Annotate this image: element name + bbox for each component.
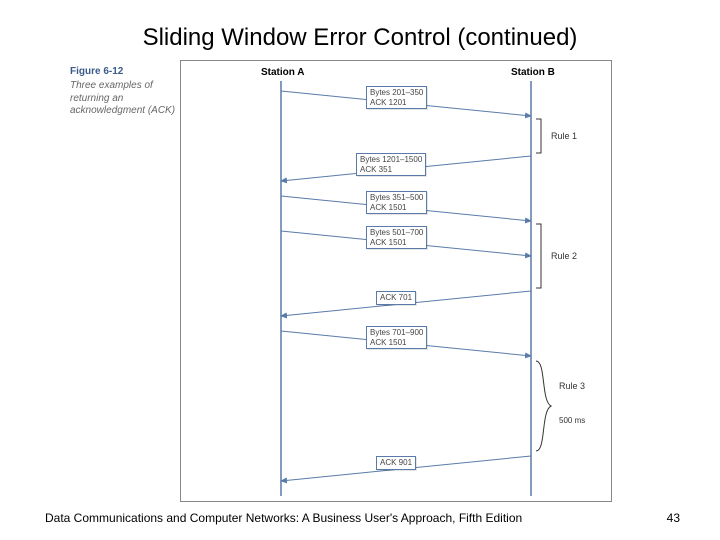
msg-1-bytes: Bytes 201–350 <box>370 88 423 98</box>
msg-4: Bytes 501–700 ACK 1501 <box>366 226 427 249</box>
slide-footer: Data Communications and Computer Network… <box>45 511 522 525</box>
rule-3-label: Rule 3 <box>559 381 585 391</box>
msg-7: ACK 901 <box>376 456 416 470</box>
figure-caption: Three examples of returning an acknowled… <box>70 80 180 118</box>
figure-label: Figure 6-12 <box>70 66 123 77</box>
msg-4-bytes: Bytes 501–700 <box>370 228 423 238</box>
msg-2-ack: ACK 351 <box>360 165 422 175</box>
msg-6-ack: ACK 1501 <box>370 338 423 348</box>
msg-5-ack: ACK 701 <box>380 293 412 303</box>
msg-6: Bytes 701–900 ACK 1501 <box>366 326 427 349</box>
msg-3-ack: ACK 1501 <box>370 203 423 213</box>
msg-3: Bytes 351–500 ACK 1501 <box>366 191 427 214</box>
msg-5: ACK 701 <box>376 291 416 305</box>
timeout-label: 500 ms <box>559 416 585 425</box>
msg-6-bytes: Bytes 701–900 <box>370 328 423 338</box>
msg-7-ack: ACK 901 <box>380 458 412 468</box>
rule-2-label: Rule 2 <box>551 251 577 261</box>
slide-title: Sliding Window Error Control (continued) <box>0 24 720 52</box>
msg-1: Bytes 201–350 ACK 1201 <box>366 86 427 109</box>
sequence-diagram: Station A Station B Bytes <box>180 60 612 502</box>
rule-1-label: Rule 1 <box>551 131 577 141</box>
msg-2-bytes: Bytes 1201–1500 <box>360 155 422 165</box>
diagram-svg <box>181 61 611 501</box>
msg-4-ack: ACK 1501 <box>370 238 423 248</box>
msg-1-ack: ACK 1201 <box>370 98 423 108</box>
msg-3-bytes: Bytes 351–500 <box>370 193 423 203</box>
msg-2: Bytes 1201–1500 ACK 351 <box>356 153 426 176</box>
page-number: 43 <box>667 511 680 525</box>
